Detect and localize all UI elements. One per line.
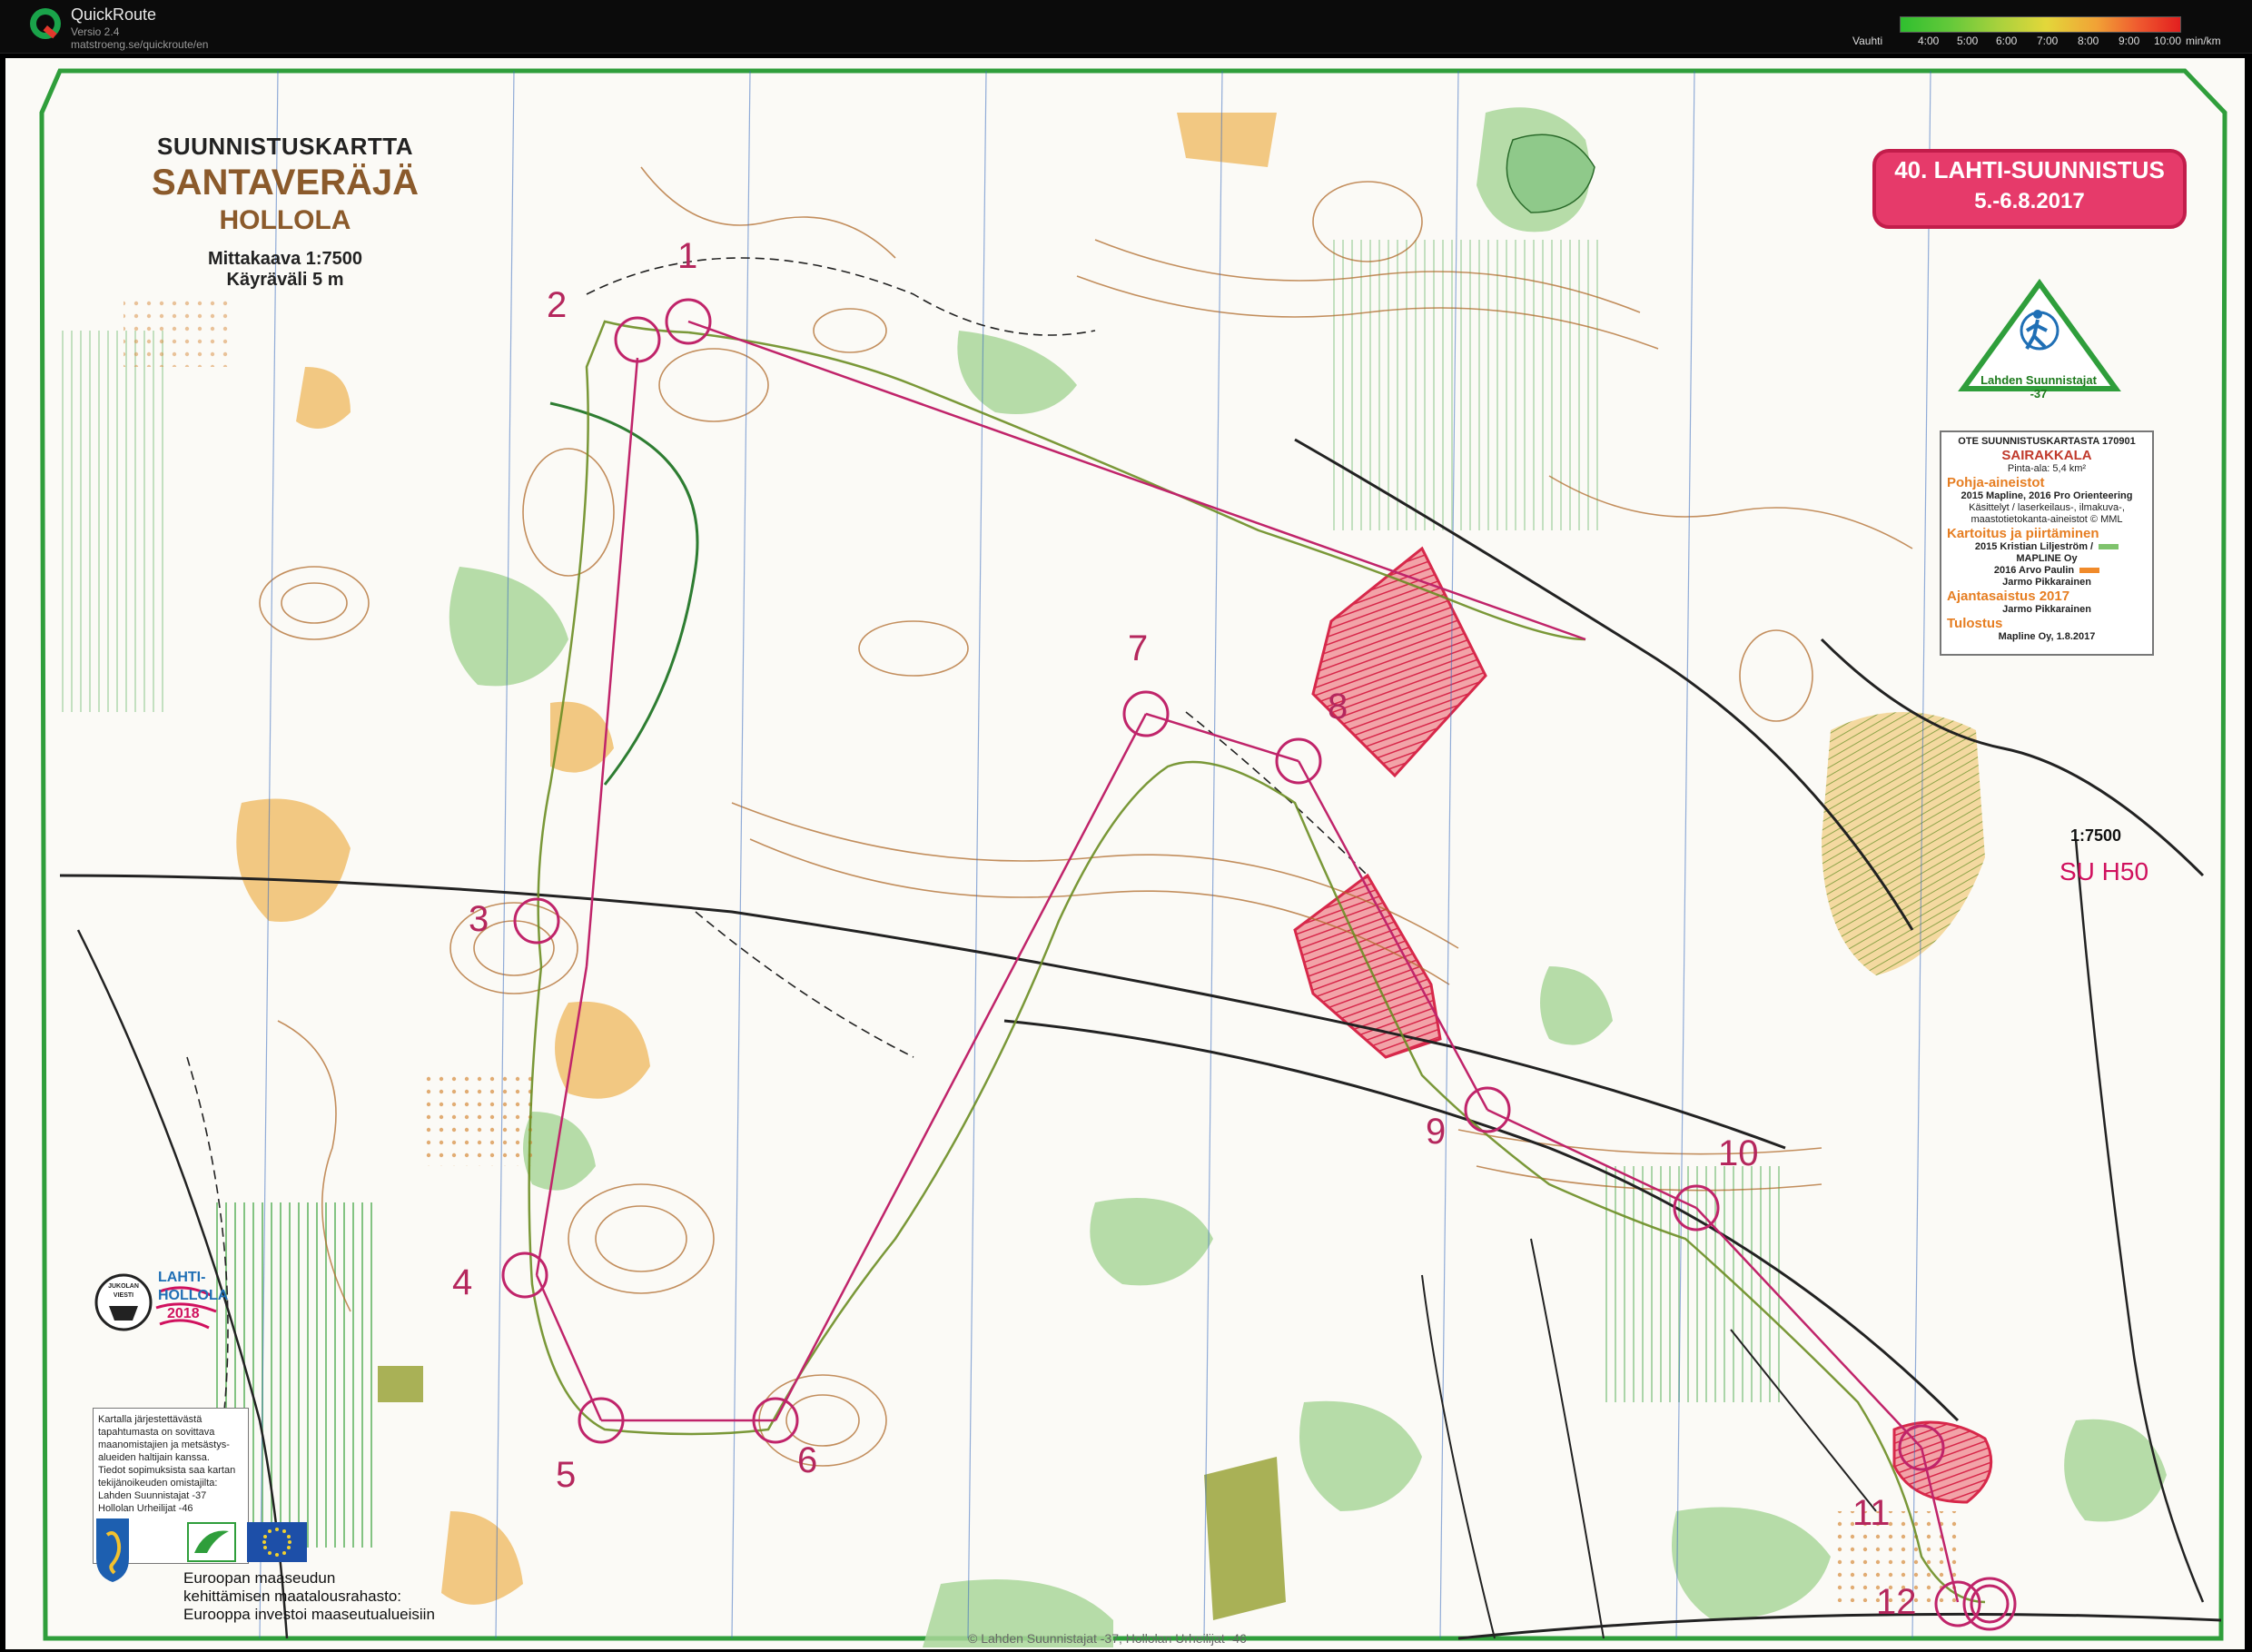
note-line: Hollolan Urheilijat -46 xyxy=(98,1503,193,1514)
app-url: matstroeng.se/quickroute/en xyxy=(71,38,209,51)
pace-tick: 8:00 xyxy=(2078,35,2099,47)
note-line: Tiedot sopimuksista saa kartan xyxy=(98,1465,236,1476)
control-circles xyxy=(501,298,2017,1631)
credits-line: maastotietokanta-aineistot © MML xyxy=(1970,514,2123,525)
map-graphics xyxy=(39,68,2227,1647)
svg-text:JUKOLAN: JUKOLAN xyxy=(108,1283,139,1290)
course-lines xyxy=(535,320,1960,1603)
map-copyright: © Lahden Suunnistajat -37, Hollolan Urhe… xyxy=(968,1631,1247,1646)
control-number: 4 xyxy=(452,1262,473,1302)
credits-line: 2016 Arvo Paulin xyxy=(1947,565,2147,577)
event-badge: 40. LAHTI-SUUNNISTUS 5.-6.8.2017 xyxy=(1872,149,2187,229)
scale-label: 1:7500 xyxy=(2070,826,2122,845)
note-line: maanomistajien ja metsästys- xyxy=(98,1439,230,1450)
orienteering-map[interactable]: SUUNNISTUSKARTTA SANTAVERÄJÄ HOLLOLA Mit… xyxy=(5,58,2245,1649)
control-number: 6 xyxy=(797,1440,818,1480)
event-dates: 5.-6.8.2017 xyxy=(1974,189,2085,213)
control-2 xyxy=(614,316,661,363)
credits-heading: Pohja-aineistot xyxy=(1947,475,2045,490)
control-number: 7 xyxy=(1128,628,1149,668)
map-credits-box: OTE SUUNNISTUSKARTASTA 170901 SAIRAKKALA… xyxy=(1940,430,2154,656)
jukola-year: 2018 xyxy=(167,1306,200,1321)
jukola-name2: HOLLOLA xyxy=(158,1288,229,1303)
pace-tick: 7:00 xyxy=(2037,35,2059,47)
map-title-block: SUUNNISTUSKARTTA SANTAVERÄJÄ HOLLOLA Mit… xyxy=(140,133,430,291)
pace-legend-label: Vauhti xyxy=(1852,35,1883,47)
credits-text: 2015 Kristian Liljeström / xyxy=(1974,541,2094,552)
quickroute-toolbar: QuickRoute Versio 2.4 matstroeng.se/quic… xyxy=(0,0,2252,54)
funding-line: kehittämisen maatalousrahasto: xyxy=(183,1588,402,1605)
pace-color-scale xyxy=(1900,16,2181,33)
credits-line: Jarmo Pikkarainen xyxy=(2002,577,2091,588)
funding-line: Euroopan maaseudun xyxy=(183,1569,336,1587)
svg-text:VIESTI: VIESTI xyxy=(114,1292,133,1299)
gps-route xyxy=(528,320,1986,1604)
funding-line: Eurooppa investoi maaseutualueisiin xyxy=(183,1606,435,1623)
credits-line: OTE SUUNNISTUSKARTASTA 170901 xyxy=(1958,436,2136,447)
control-number: 9 xyxy=(1426,1112,1447,1152)
club-name: Lahden Suunnistajat -37 xyxy=(1980,373,2097,401)
event-title: 40. LAHTI-SUUNNISTUS xyxy=(1894,156,2165,183)
credits-line: Mapline Oy, 1.8.2017 xyxy=(1998,631,2096,642)
control-number: 10 xyxy=(1718,1133,1759,1173)
credits-text: 2016 Arvo Paulin xyxy=(1993,565,2075,576)
rough-open-area xyxy=(1822,712,1985,975)
credits-line: Käsittelyt / laserkeilaus-, ilmakuva-, xyxy=(1969,502,2125,513)
control-number: 11 xyxy=(1852,1493,1891,1533)
pace-tick: 4:00 xyxy=(1918,35,1940,47)
out-of-bounds-area xyxy=(1311,546,1487,778)
note-line: Kartalla järjestettävästä xyxy=(98,1414,202,1425)
control-number: 12 xyxy=(1876,1582,1917,1622)
credits-heading: Ajantasaistus 2017 xyxy=(1947,589,2070,604)
map-contour-interval: Käyräväli 5 m xyxy=(226,270,344,290)
legend-swatch xyxy=(2099,544,2119,550)
control-number: 2 xyxy=(547,285,568,325)
control-4 xyxy=(501,1251,548,1299)
control-number: 1 xyxy=(677,236,698,276)
note-line: tekijänoikeuden omistajilta: xyxy=(98,1478,218,1489)
credits-heading: Kartoitus ja piirtäminen xyxy=(1947,526,2099,541)
credits-line: Jarmo Pikkarainen xyxy=(2002,604,2091,615)
credits-heading: Tulostus xyxy=(1947,616,2003,631)
control-number: 5 xyxy=(556,1455,577,1495)
boulder-fields xyxy=(123,294,1958,1602)
pace-tick: 9:00 xyxy=(2119,35,2140,47)
map-place: HOLLOLA xyxy=(219,205,351,235)
note-line: alueiden haltijain kanssa. xyxy=(98,1452,210,1463)
pace-tick: 6:00 xyxy=(1996,35,2018,47)
map-scale: Mittakaava 1:7500 xyxy=(207,249,363,269)
app-title: QuickRoute xyxy=(71,5,157,24)
note-line: tapahtumasta on sovittava xyxy=(98,1427,215,1438)
control-number: 8 xyxy=(1328,687,1348,727)
credits-line: 2015 Kristian Liljeström / xyxy=(1947,541,2147,553)
note-line: Lahden Suunnistajat -37 xyxy=(98,1490,207,1501)
jukola-name1: LAHTI- xyxy=(158,1270,206,1285)
legend-swatch xyxy=(2079,568,2100,574)
control-number: 3 xyxy=(469,899,489,939)
map-name: SANTAVERÄJÄ xyxy=(151,163,420,203)
cultivated-field xyxy=(1204,1457,1286,1620)
coat-of-arms-icon xyxy=(96,1518,129,1582)
finish-inner xyxy=(1970,1584,2010,1624)
leader-logo-icon xyxy=(187,1522,236,1562)
credits-map-name: SAIRAKKALA xyxy=(2001,448,2092,463)
eu-flag-icon xyxy=(247,1522,307,1562)
north-lines xyxy=(259,70,1931,1639)
cultivated-field-2 xyxy=(378,1366,423,1402)
pace-tick: 10:00 xyxy=(2154,35,2182,47)
pace-unit: min/km xyxy=(2186,35,2221,47)
app-version: Versio 2.4 xyxy=(71,25,120,38)
map-header: SUUNNISTUSKARTTA xyxy=(157,133,413,160)
credits-line: MAPLINE Oy xyxy=(2016,553,2078,564)
pace-tick: 5:00 xyxy=(1957,35,1979,47)
course-class-label: SU H50 xyxy=(2059,857,2149,885)
credits-line: 2015 Mapline, 2016 Pro Orienteering xyxy=(1961,490,2133,501)
credits-area: Pinta-ala: 5,4 km² xyxy=(2007,463,2087,474)
quickroute-logo-icon xyxy=(30,8,61,39)
